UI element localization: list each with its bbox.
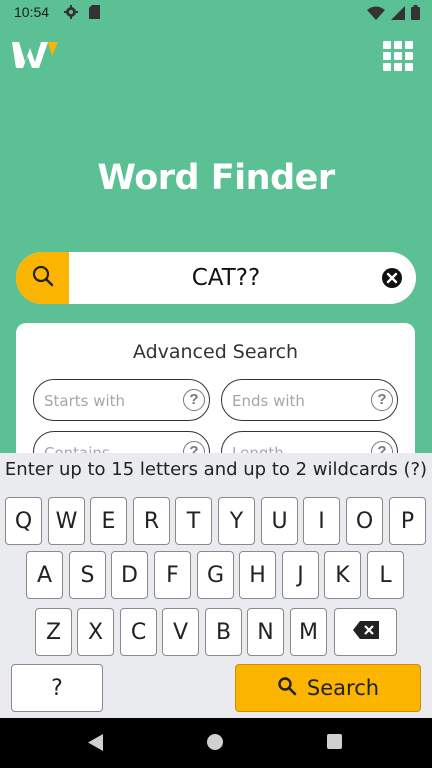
key-o[interactable]: O [346, 497, 383, 545]
ends-with-placeholder: Ends with [232, 392, 305, 410]
search-icon [277, 676, 297, 701]
key-f[interactable]: F [154, 551, 191, 599]
key-h[interactable]: H [239, 551, 276, 599]
key-i[interactable]: I [303, 497, 340, 545]
backspace-icon [352, 620, 379, 645]
status-bar: 10:54 [0, 0, 432, 26]
key-d[interactable]: D [111, 551, 148, 599]
home-icon[interactable] [207, 734, 223, 750]
status-time: 10:54 [14, 4, 50, 20]
search-key[interactable]: Search [235, 664, 421, 712]
starts-with-placeholder: Starts with [44, 392, 126, 410]
key-x[interactable]: X [77, 608, 114, 656]
starts-with-field[interactable]: Starts with ? [33, 379, 210, 421]
close-circle-icon[interactable] [382, 268, 402, 288]
key-s[interactable]: S [69, 551, 106, 599]
word-finder-logo[interactable] [12, 40, 60, 70]
help-icon[interactable]: ? [371, 389, 393, 411]
search-input[interactable] [76, 252, 376, 304]
key-t[interactable]: T [175, 497, 212, 545]
key-n[interactable]: N [247, 608, 284, 656]
backspace-key[interactable] [334, 608, 397, 656]
key-b[interactable]: B [205, 608, 242, 656]
key-j[interactable]: J [282, 551, 319, 599]
wildcard-key[interactable]: ? [11, 664, 103, 712]
key-c[interactable]: C [120, 608, 157, 656]
key-w[interactable]: W [48, 497, 85, 545]
key-v[interactable]: V [162, 608, 199, 656]
key-a[interactable]: A [26, 551, 63, 599]
signal-icon [391, 5, 405, 23]
search-bar [16, 252, 416, 304]
gear-icon [63, 4, 79, 23]
back-icon[interactable] [88, 734, 103, 756]
search-icon [31, 264, 55, 293]
key-z[interactable]: Z [35, 608, 72, 656]
page-title: Word Finder [97, 158, 335, 198]
key-y[interactable]: Y [218, 497, 255, 545]
recents-icon[interactable] [327, 734, 342, 749]
nav-bar [0, 718, 432, 768]
grid-menu-icon[interactable] [383, 41, 413, 71]
keyboard-hint: Enter up to 15 letters and up to 2 wildc… [4, 459, 428, 480]
search-button[interactable] [16, 252, 69, 304]
key-g[interactable]: G [197, 551, 234, 599]
search-key-label: Search [306, 676, 380, 700]
key-q[interactable]: Q [5, 497, 42, 545]
keyboard: Enter up to 15 letters and up to 2 wildc… [0, 453, 432, 718]
battery-icon [411, 5, 420, 23]
ends-with-field[interactable]: Ends with ? [221, 379, 398, 421]
help-icon[interactable]: ? [183, 389, 205, 411]
key-l[interactable]: L [367, 551, 404, 599]
key-p[interactable]: P [389, 497, 426, 545]
advanced-search-title: Advanced Search [132, 341, 299, 363]
key-r[interactable]: R [133, 497, 170, 545]
key-k[interactable]: K [324, 551, 361, 599]
wifi-icon [367, 6, 385, 23]
key-m[interactable]: M [290, 608, 327, 656]
key-u[interactable]: U [261, 497, 298, 545]
key-e[interactable]: E [90, 497, 127, 545]
status-right-icons [367, 5, 420, 23]
sd-card-icon [89, 5, 100, 22]
